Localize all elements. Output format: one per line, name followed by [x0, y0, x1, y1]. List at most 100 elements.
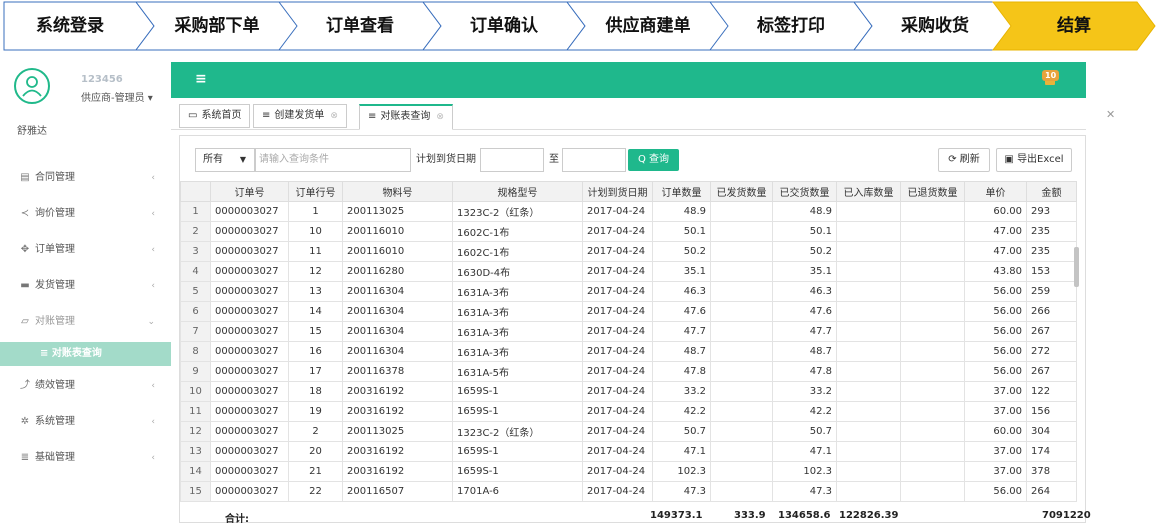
column-header[interactable]: 已发货数量	[710, 181, 773, 202]
flow-step-5[interactable]: 供应商建单	[585, 11, 711, 41]
sidebar-item-1[interactable]: ▤ 合同管理 ‹	[0, 160, 171, 196]
table-cell: 56.00	[964, 301, 1027, 322]
table-row[interactable]: 10 0000003027 18 200316192 1659S-1 2017-04-24…	[180, 381, 1077, 402]
column-header[interactable]: 规格型号	[452, 181, 583, 202]
notification-bell[interactable]: 10	[1042, 70, 1060, 88]
table-cell: 174	[1026, 441, 1077, 462]
hamburger-icon[interactable]: ≡	[195, 71, 207, 87]
table-cell: 48.7	[652, 341, 711, 362]
column-header[interactable]: 订单行号	[288, 181, 343, 202]
tab-1[interactable]: ▭ 系统首页	[179, 104, 251, 128]
column-header[interactable]: 已退货数量	[900, 181, 965, 202]
table-row[interactable]: 1 0000003027 1 200113025 1323C-2（红条） 2017-04-…	[180, 201, 1077, 222]
search-input[interactable]: 请输入查询条件	[255, 148, 411, 172]
row-number: 11	[180, 401, 211, 422]
avatar[interactable]	[14, 68, 50, 104]
table-cell: 293	[1026, 201, 1077, 222]
tab-2[interactable]: ≡ 创建发货单 ⊗	[253, 104, 347, 128]
table-row[interactable]: 11 0000003027 19 200316192 1659S-1 2017-04-24…	[180, 401, 1077, 422]
sidebar-item-7[interactable]: ✲ 系统管理 ‹	[0, 404, 171, 440]
table-cell: 47.7	[652, 321, 711, 342]
sidebar-item-3[interactable]: ✥ 订单管理 ‹	[0, 232, 171, 268]
table-cell	[900, 321, 965, 342]
table-row[interactable]: 3 0000003027 11 200116010 1602C-1布 2017-04-24…	[180, 241, 1077, 262]
row-number: 12	[180, 421, 211, 442]
table-row[interactable]: 14 0000003027 21 200316192 1659S-1 2017-04-24…	[180, 461, 1077, 482]
table-cell: 60.00	[964, 421, 1027, 442]
vertical-scrollbar[interactable]	[1074, 247, 1079, 287]
table-cell: 102.3	[772, 461, 837, 482]
user-role-dropdown[interactable]: 供应商-管理员 ▾	[81, 89, 153, 104]
filter-select[interactable]: 所有 ▼	[195, 148, 255, 172]
column-header[interactable]: 物料号	[342, 181, 453, 202]
sidebar-item-4[interactable]: ▬ 发货管理 ‹	[0, 268, 171, 304]
table-cell: 0000003027	[210, 381, 289, 402]
flow-step-7[interactable]: 采购收货	[872, 11, 998, 41]
table-row[interactable]: 8 0000003027 16 200116304 1631A-3布 2017-04-24…	[180, 341, 1077, 362]
column-header[interactable]: 订单数量	[652, 181, 711, 202]
table-cell	[710, 381, 773, 402]
table-row[interactable]: 15 0000003027 22 200116507 1701A-6 2017-04-24…	[180, 481, 1077, 502]
sidebar-item-8[interactable]: ≣ 基础管理 ‹	[0, 440, 171, 476]
table-row[interactable]: 12 0000003027 2 200113025 1323C-2（红条） 2017-04…	[180, 421, 1077, 442]
tab-3[interactable]: ≡ 对账表查询 ⊗	[359, 104, 453, 130]
table-cell	[900, 241, 965, 262]
flow-step-1[interactable]: 系统登录	[4, 11, 136, 41]
sidebar-item-label: 绩效管理	[35, 380, 75, 391]
row-number: 9	[180, 361, 211, 382]
table-cell: 47.00	[964, 221, 1027, 242]
table-row[interactable]: 7 0000003027 15 200116304 1631A-3布 2017-04-24…	[180, 321, 1077, 342]
date-from-input[interactable]	[480, 148, 544, 172]
column-header[interactable]: 计划到货日期	[582, 181, 653, 202]
column-header[interactable]: 已交货数量	[772, 181, 837, 202]
table-cell: 50.1	[652, 221, 711, 242]
flow-step-3[interactable]: 订单查看	[297, 11, 423, 41]
table-cell: 2017-04-24	[582, 221, 653, 242]
table-cell	[836, 221, 901, 242]
export-excel-button[interactable]: ▣ 导出Excel	[996, 148, 1072, 172]
flow-step-8[interactable]: 结算	[1011, 11, 1137, 41]
total-order-qty: 149373.1	[650, 510, 703, 521]
table-row[interactable]: 6 0000003027 14 200116304 1631A-3布 2017-04-24…	[180, 301, 1077, 322]
sidebar-item-label: 发货管理	[35, 280, 75, 291]
tab-close-icon[interactable]: ⊗	[330, 105, 338, 127]
caret-down-icon: ▼	[239, 155, 246, 164]
table-cell: 20	[288, 441, 343, 462]
sidebar-item-6[interactable]: ⤴ 绩效管理 ‹	[0, 368, 171, 404]
tab-close-icon[interactable]: ⊗	[436, 106, 444, 128]
flow-step-4[interactable]: 订单确认	[441, 11, 567, 41]
table-row[interactable]: 5 0000003027 13 200116304 1631A-3布 2017-04-24…	[180, 281, 1077, 302]
sidebar-menu: ▤ 合同管理 ‹ ≺ 询价管理 ‹ ✥ 订单管理 ‹ ▬ 发货管理 ‹ ▱ 对账管理 ⌄ ≡ 对账表查询 ⤴ 绩效…	[0, 160, 171, 476]
table-row[interactable]: 4 0000003027 12 200116280 1630D-4布 2017-04-24…	[180, 261, 1077, 282]
table-cell: 264	[1026, 481, 1077, 502]
table-row[interactable]: 9 0000003027 17 200116378 1631A-5布 2017-04-24…	[180, 361, 1077, 382]
date-to-input[interactable]	[562, 148, 626, 172]
refresh-button[interactable]: ⟳ 刷新	[938, 148, 990, 172]
chevron-left-icon: ‹	[151, 173, 155, 183]
flow-step-2[interactable]: 采购部下单	[154, 11, 280, 41]
table-cell: 56.00	[964, 361, 1027, 382]
table-cell	[710, 481, 773, 502]
sidebar-item-2[interactable]: ≺ 询价管理 ‹	[0, 196, 171, 232]
table-cell	[900, 421, 965, 442]
column-header[interactable]: 订单号	[210, 181, 289, 202]
table-row[interactable]: 2 0000003027 10 200116010 1602C-1布 2017-04-24…	[180, 221, 1077, 242]
column-header[interactable]	[180, 181, 211, 202]
table-cell	[836, 461, 901, 482]
column-header[interactable]: 单价	[964, 181, 1027, 202]
excel-icon: ▣	[1004, 154, 1014, 165]
query-button[interactable]: Q 查询	[628, 149, 679, 171]
table-cell: 37.00	[964, 461, 1027, 482]
content-panel: 所有 ▼ 请输入查询条件 计划到货日期 至 Q 查询 ⟳ 刷新 ▣ 导出Exce…	[179, 135, 1091, 525]
sidebar-item-5[interactable]: ▱ 对账管理 ⌄	[0, 304, 171, 340]
column-header[interactable]: 金额	[1026, 181, 1077, 202]
close-icon[interactable]: ✕	[1106, 108, 1115, 121]
table-cell	[900, 261, 965, 282]
flow-step-6[interactable]: 标签打印	[728, 11, 854, 41]
table-cell: 1701A-6	[452, 481, 583, 502]
chevron-left-icon: ‹	[151, 453, 155, 463]
table-row[interactable]: 13 0000003027 20 200316192 1659S-1 2017-04-24…	[180, 441, 1077, 462]
column-header[interactable]: 已入库数量	[836, 181, 901, 202]
table-cell: 47.1	[652, 441, 711, 462]
submenu-item-reconciliation-query[interactable]: ≡ 对账表查询	[0, 342, 171, 366]
